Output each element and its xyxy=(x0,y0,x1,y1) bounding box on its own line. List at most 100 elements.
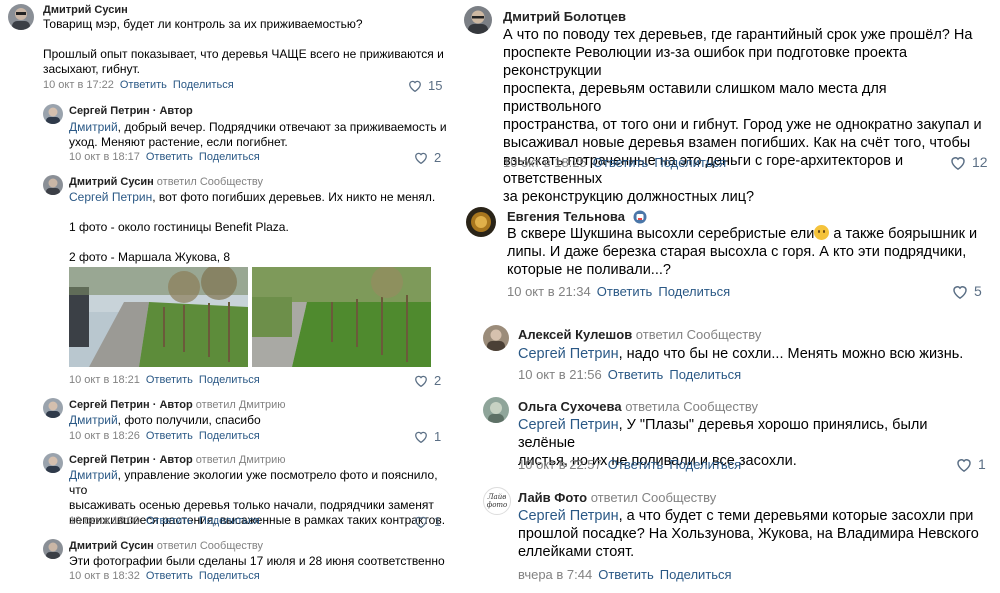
comment-time[interactable]: 10 окт в 21:34 xyxy=(507,284,591,299)
share-button[interactable]: Поделиться xyxy=(669,457,741,472)
avatar[interactable] xyxy=(43,175,63,195)
like-button[interactable]: 2 xyxy=(414,150,441,165)
like-count: 1 xyxy=(978,456,986,472)
comment-author[interactable]: Сергей Петрин · Автор ответил Дмитрию xyxy=(69,454,286,466)
share-button[interactable]: Поделиться xyxy=(658,284,730,299)
like-button[interactable]: 1 xyxy=(414,429,441,444)
reply-button[interactable]: Ответить xyxy=(593,155,649,170)
comment-text: Товарищ мэр, будет ли контроль за их при… xyxy=(43,17,444,76)
avatar[interactable] xyxy=(43,539,63,559)
reply-context[interactable]: ответил Дмитрию xyxy=(193,454,286,466)
mention-link[interactable]: Сергей Петрин xyxy=(518,346,619,362)
comment-text: В сквере Шукшина высохли серебристые ели… xyxy=(507,225,978,278)
share-button[interactable]: Поделиться xyxy=(669,367,741,382)
reply-button[interactable]: Ответить xyxy=(598,567,654,582)
comment-meta: 10 окт в 17:22 Ответить Поделиться xyxy=(43,79,234,91)
comment-author[interactable]: Ольга Сухочева ответила Сообществу xyxy=(518,399,758,414)
comment-time[interactable]: 10 окт в 18:25 xyxy=(503,155,587,170)
comment-time[interactable]: 10 окт в 18:30 xyxy=(69,515,140,527)
comment-text: Дмитрий, добрый вечер. Подрядчики отвеча… xyxy=(69,120,447,149)
avatar[interactable] xyxy=(483,397,509,423)
share-button[interactable]: Поделиться xyxy=(199,515,260,527)
reply-button[interactable]: Ответить xyxy=(146,430,193,442)
comment-text: Сергей Петрин, а что будет с теми деревь… xyxy=(518,508,979,560)
reply-button[interactable]: Ответить xyxy=(146,374,193,386)
share-button[interactable]: Поделиться xyxy=(173,79,234,91)
attached-photo-2[interactable] xyxy=(252,267,431,367)
reply-context[interactable]: ответила Сообществу xyxy=(622,399,758,414)
comment-author[interactable]: Дмитрий Сусин ответил Сообществу xyxy=(69,176,263,188)
verified-badge-icon xyxy=(633,210,647,224)
comment-time[interactable]: вчера в 7:44 xyxy=(518,567,592,582)
reply-button[interactable]: Ответить xyxy=(597,284,653,299)
reply-context[interactable]: ответил Дмитрию xyxy=(193,399,286,411)
comment-author[interactable]: Алексей Кулешов ответил Сообществу xyxy=(518,327,761,342)
reply-context[interactable]: ответил Сообществу xyxy=(587,490,717,505)
comment-author[interactable]: Дмитрий Болотцев xyxy=(503,9,626,24)
share-button[interactable]: Поделиться xyxy=(660,567,732,582)
like-count: 5 xyxy=(974,283,982,299)
avatar[interactable] xyxy=(464,6,492,34)
like-count: 2 xyxy=(434,150,442,165)
heart-icon xyxy=(409,80,421,92)
comment-meta: 10 окт в 21:34 Ответить Поделиться xyxy=(507,284,730,299)
avatar[interactable] xyxy=(43,398,63,418)
comment-time[interactable]: 10 окт в 22:57 xyxy=(518,457,602,472)
brand-logo: Лайв фото xyxy=(486,493,508,509)
comment-author[interactable]: Сергей Петрин · Автор xyxy=(69,105,193,117)
reply-button[interactable]: Ответить xyxy=(146,515,193,527)
avatar[interactable]: Лайв фото xyxy=(483,487,511,515)
like-count: 1 xyxy=(434,429,442,444)
reply-context[interactable]: ответил Сообществу xyxy=(154,540,263,552)
avatar[interactable] xyxy=(466,207,496,237)
share-button[interactable]: Поделиться xyxy=(199,570,260,582)
like-button[interactable]: 15 xyxy=(408,78,442,93)
comment-time[interactable]: 10 окт в 18:21 xyxy=(69,374,140,386)
comment-time[interactable]: 10 окт в 18:17 xyxy=(69,151,140,163)
like-button[interactable]: 1 xyxy=(956,456,986,472)
share-button[interactable]: Поделиться xyxy=(199,151,260,163)
mention-link[interactable]: Сергей Петрин xyxy=(69,190,152,204)
like-button[interactable]: 2 xyxy=(414,373,441,388)
avatar[interactable] xyxy=(8,4,34,30)
like-button[interactable]: 12 xyxy=(950,154,988,170)
reply-context[interactable]: ответил Сообществу xyxy=(154,176,263,188)
comment-time[interactable]: 10 окт в 21:56 xyxy=(518,367,602,382)
avatar[interactable] xyxy=(43,104,63,124)
attached-photo-1[interactable] xyxy=(69,267,248,367)
reply-button[interactable]: Ответить xyxy=(146,151,193,163)
share-button[interactable]: Поделиться xyxy=(654,155,726,170)
reply-button[interactable]: Ответить xyxy=(146,570,193,582)
comment-time[interactable]: 10 окт в 18:26 xyxy=(69,430,140,442)
reply-context[interactable]: ответил Сообществу xyxy=(632,327,762,342)
comment-author[interactable]: Дмитрий Сусин xyxy=(43,4,128,16)
reply-button[interactable]: Ответить xyxy=(120,79,167,91)
comment-author[interactable]: Евгения Тельнова xyxy=(507,209,647,224)
avatar[interactable] xyxy=(483,325,509,351)
comment-meta: 10 окт в 21:56 Ответить Поделиться xyxy=(518,367,741,382)
comment-text: А что по поводу тех деревьев, где гарант… xyxy=(503,27,982,205)
heart-icon xyxy=(957,458,971,472)
share-button[interactable]: Поделиться xyxy=(199,374,260,386)
like-button[interactable]: 1 xyxy=(414,514,441,529)
reply-button[interactable]: Ответить xyxy=(608,367,664,382)
comment-author[interactable]: Дмитрий Сусин ответил Сообществу xyxy=(69,540,263,552)
comment-meta: 10 окт в 22:57 Ответить Поделиться xyxy=(518,457,741,472)
comment-time[interactable]: 10 окт в 17:22 xyxy=(43,79,114,91)
share-button[interactable]: Поделиться xyxy=(199,430,260,442)
mention-link[interactable]: Сергей Петрин xyxy=(518,508,619,524)
mention-link[interactable]: Дмитрий xyxy=(69,120,118,134)
like-button[interactable]: 5 xyxy=(952,283,982,299)
mention-link[interactable]: Дмитрий xyxy=(69,413,118,427)
comment-meta: 10 окт в 18:26 Ответить Поделиться xyxy=(69,430,260,442)
mention-link[interactable]: Сергей Петрин xyxy=(518,417,619,433)
comment-author[interactable]: Лайв Фото ответил Сообществу xyxy=(518,490,716,505)
reply-button[interactable]: Ответить xyxy=(608,457,664,472)
author-badge: · Автор xyxy=(149,105,193,117)
smiling-face-emoji-icon xyxy=(814,225,830,240)
comment-time[interactable]: 10 окт в 18:32 xyxy=(69,570,140,582)
comment-author[interactable]: Сергей Петрин · Автор ответил Дмитрию xyxy=(69,399,286,411)
comment-text: Сергей Петрин, надо что бы не сохли... М… xyxy=(518,346,964,362)
avatar[interactable] xyxy=(43,453,63,473)
mention-link[interactable]: Дмитрий xyxy=(69,468,118,482)
